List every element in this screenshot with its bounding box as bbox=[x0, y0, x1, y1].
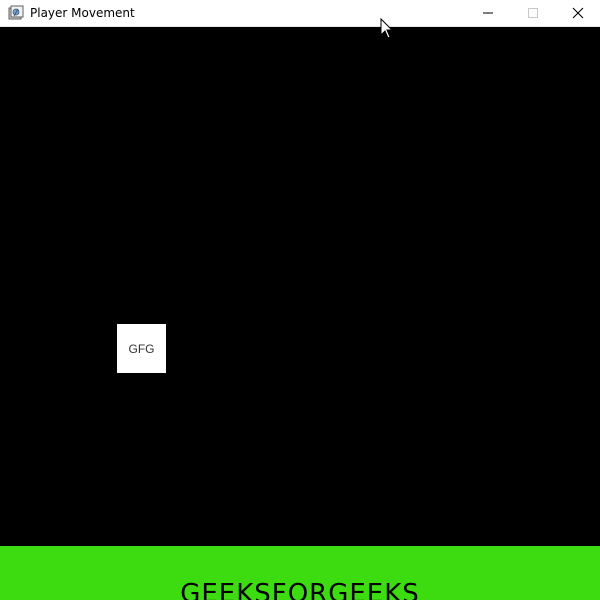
player-label: GFG bbox=[128, 341, 155, 356]
title-bar[interactable]: Player Movement bbox=[0, 0, 600, 27]
maximize-button[interactable] bbox=[510, 0, 555, 26]
player-sprite[interactable]: GFG bbox=[117, 324, 166, 373]
ground-bar: GEEKSFORGEEKS bbox=[0, 546, 600, 600]
minimize-icon bbox=[482, 4, 494, 23]
window-title: Player Movement bbox=[30, 6, 135, 20]
close-button[interactable] bbox=[555, 0, 600, 26]
app-icon bbox=[8, 5, 24, 21]
app-window: Player Movement GFG GEEKSFORGEEKS bbox=[0, 0, 600, 600]
ground-text: GEEKSFORGEEKS bbox=[180, 579, 420, 600]
maximize-icon bbox=[527, 4, 539, 23]
window-controls bbox=[465, 0, 600, 26]
close-icon bbox=[572, 4, 584, 23]
game-canvas[interactable]: GFG bbox=[0, 27, 600, 546]
minimize-button[interactable] bbox=[465, 0, 510, 26]
